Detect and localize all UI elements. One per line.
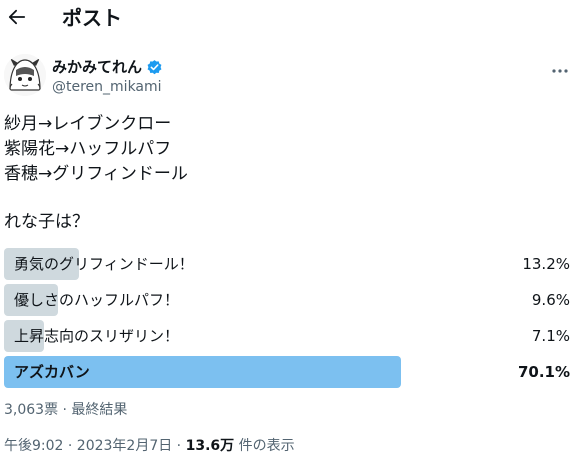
tweet-question: れな子は？ xyxy=(4,212,89,232)
poll-option-percent: 13.2% xyxy=(522,255,570,273)
poll-option: 優しさのハッフルパフ！ 9.6% xyxy=(4,284,574,316)
post-timestamp[interactable]: 午後9:02 · 2023年2月7日 · xyxy=(4,438,186,454)
avatar-illustration xyxy=(4,54,46,96)
poll-option-label: 優しさのハッフルパフ！ xyxy=(14,291,180,309)
poll-option-label: 上昇志向のスリザリン！ xyxy=(14,327,180,345)
back-button[interactable] xyxy=(6,6,28,28)
poll-option-winner: アズカバン 70.1% xyxy=(4,356,574,388)
page-title: ポスト xyxy=(62,6,122,30)
poll: 勇気のグリフィンドール！ 13.2% 優しさのハッフルパフ！ 9.6% 上昇志向… xyxy=(4,248,574,392)
poll-option-percent: 9.6% xyxy=(531,291,570,309)
tweet-line: 紫陽花→ハッフルパフ xyxy=(4,139,172,159)
avatar[interactable] xyxy=(4,54,46,96)
view-count: 13.6万 xyxy=(185,438,235,454)
back-arrow-icon xyxy=(8,9,26,25)
more-dots-icon xyxy=(552,69,568,73)
post-meta: 午後9:02 · 2023年2月7日 · 13.6万 件の表示 xyxy=(4,436,295,456)
poll-option-label: 勇気のグリフィンドール！ xyxy=(14,255,194,273)
more-options-button[interactable] xyxy=(548,62,572,80)
header-bar: ポスト xyxy=(0,0,582,38)
tweet-body: 紗月→レイブンクロー 紫陽花→ハッフルパフ 香穂→グリフィンドール xyxy=(4,112,188,187)
tweet-line: 紗月→レイブンクロー xyxy=(4,114,172,134)
verified-badge-icon xyxy=(147,59,162,74)
poll-option-label: アズカバン xyxy=(14,363,90,381)
poll-option-percent: 7.1% xyxy=(531,327,570,345)
name-row: みかみてれん xyxy=(52,57,163,77)
view-count-suffix: 件の表示 xyxy=(234,438,295,454)
poll-option: 上昇志向のスリザリン！ 7.1% xyxy=(4,320,574,352)
author-row: みかみてれん @teren_mikami xyxy=(0,54,582,98)
poll-option-percent: 70.1% xyxy=(517,363,570,381)
tweet-line: 香穂→グリフィンドール xyxy=(4,164,188,184)
poll-summary: 3,063票 · 最終結果 xyxy=(4,402,128,418)
poll-option: 勇気のグリフィンドール！ 13.2% xyxy=(4,248,574,280)
user-handle[interactable]: @teren_mikami xyxy=(52,78,162,96)
display-name[interactable]: みかみてれん xyxy=(52,57,142,77)
